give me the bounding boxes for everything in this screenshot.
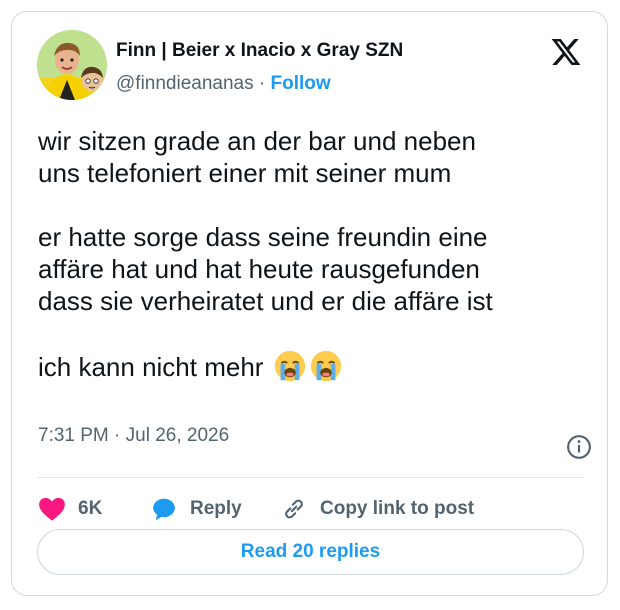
- info-icon[interactable]: [566, 434, 592, 460]
- author-name[interactable]: Finn | Beier x Inacio x Gray SZN: [116, 40, 403, 62]
- reply-button[interactable]: Reply: [150, 494, 242, 524]
- avatar[interactable]: [37, 30, 107, 100]
- heart-icon: [39, 497, 65, 521]
- reply-bubble-icon: [153, 498, 175, 521]
- author-handle[interactable]: @finndieananas: [116, 73, 254, 94]
- link-icon: [285, 499, 303, 519]
- tweet-card: Finn | Beier x Inacio x Gray SZN @finndi…: [11, 11, 608, 596]
- loudly-crying-face-icon: [310, 350, 341, 382]
- copy-link-label: Copy link to post: [320, 498, 475, 519]
- like-count: 6K: [78, 498, 103, 519]
- copy-link-button[interactable]: Copy link to post: [280, 494, 474, 524]
- loudly-crying-face-icon: [274, 350, 305, 382]
- reply-label: Reply: [190, 498, 242, 519]
- avatar-image: [37, 30, 107, 100]
- handle-row: @finndieananas · Follow: [116, 73, 331, 95]
- tweet-paragraph-3: ich kann nicht mehr: [38, 352, 264, 382]
- tweet-paragraph-2: er hatte sorge dass seine freundin eine …: [38, 222, 493, 316]
- read-replies-button[interactable]: Read 20 replies: [37, 529, 584, 575]
- like-button[interactable]: 6K: [38, 494, 102, 524]
- tweet-paragraph-1: wir sitzen grade an der bar und neben un…: [38, 126, 476, 188]
- tweet-timestamp[interactable]: 7:31 PM · Jul 26, 2026: [38, 425, 229, 447]
- follow-button[interactable]: Follow: [271, 73, 331, 94]
- x-logo-icon[interactable]: [550, 36, 582, 68]
- tweet-text: wir sitzen grade an der bar und neben un…: [38, 125, 598, 383]
- separator-dot: ·: [253, 73, 271, 94]
- divider: [37, 477, 584, 478]
